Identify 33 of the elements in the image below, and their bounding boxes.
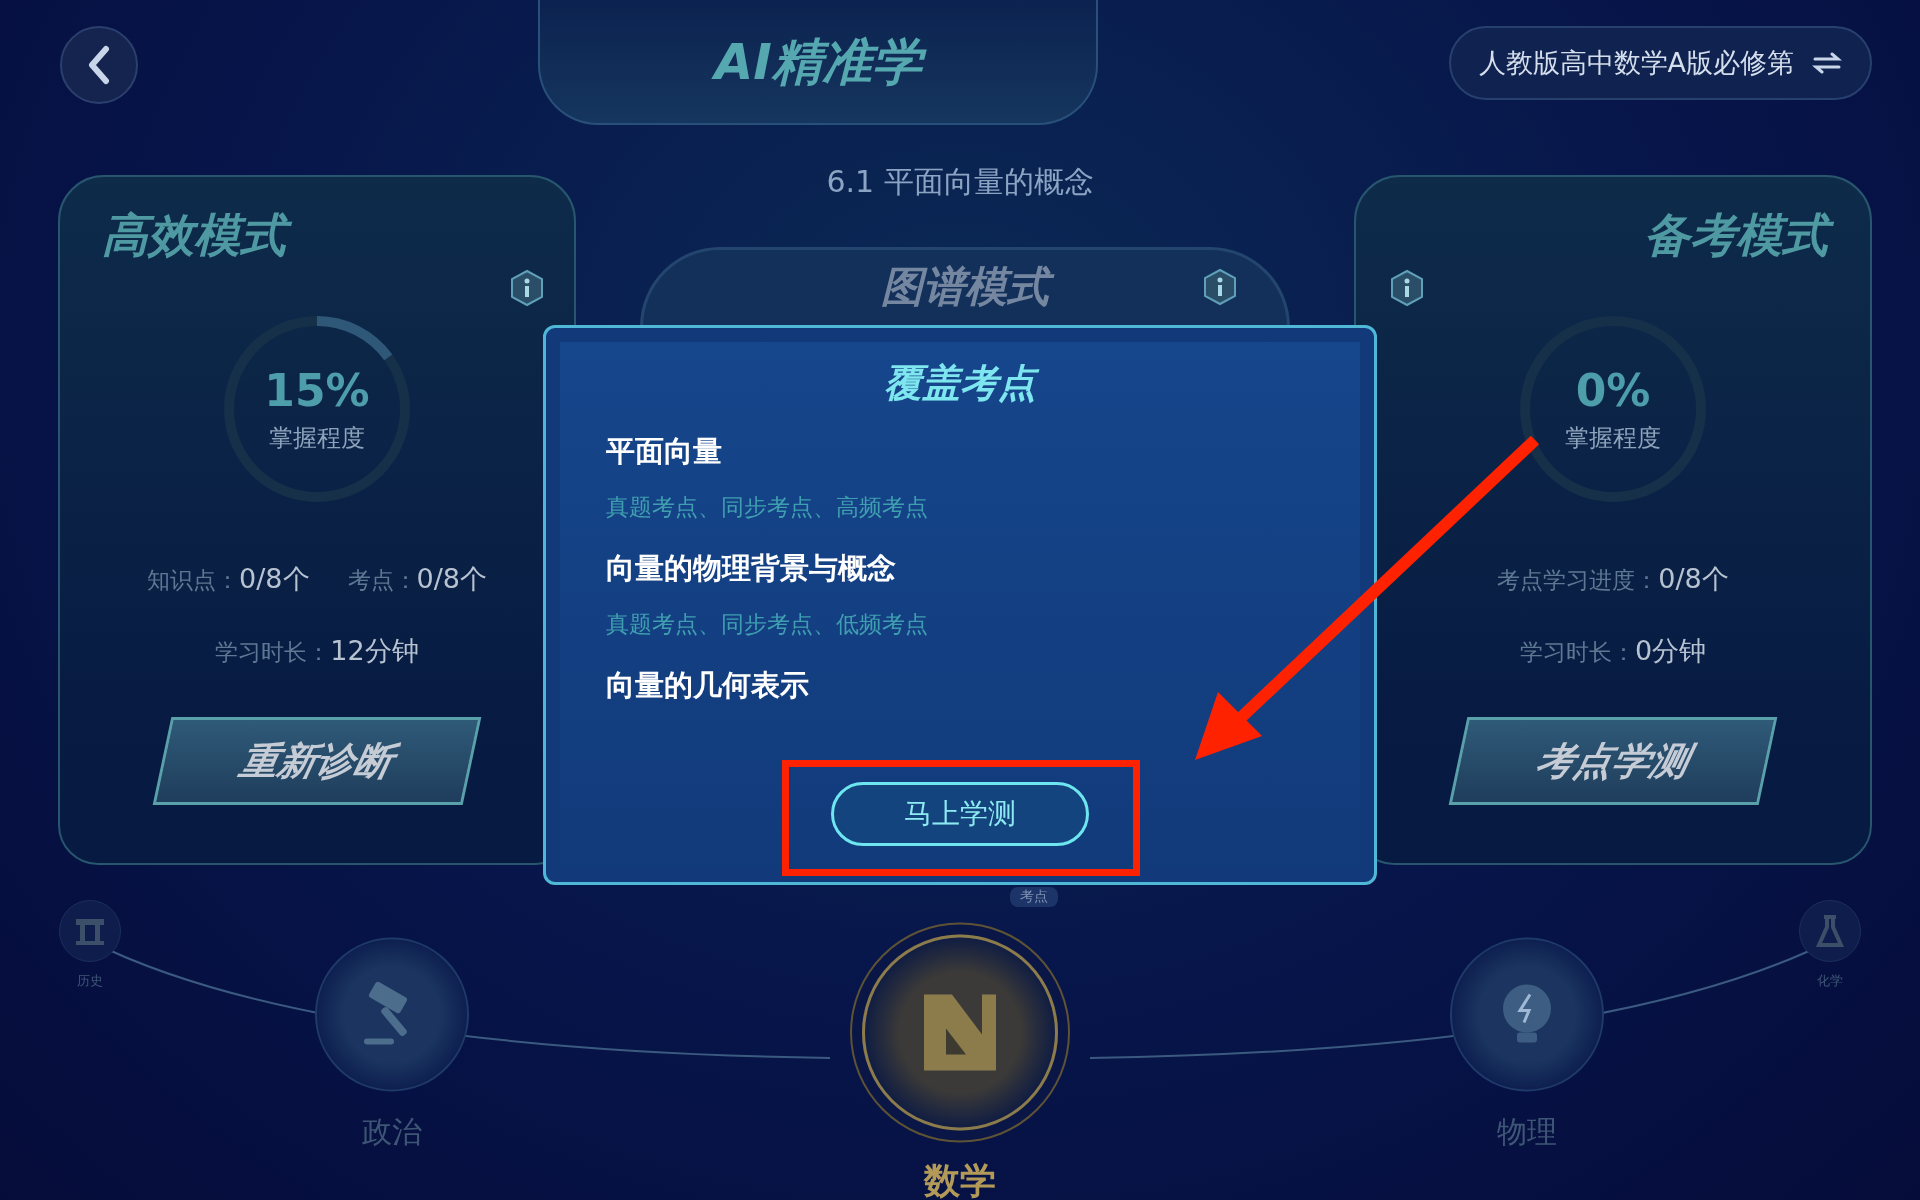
- test-now-button[interactable]: 马上学测: [831, 782, 1089, 846]
- mastery-caption: 掌握程度: [269, 422, 365, 454]
- mode-action-button[interactable]: 重新诊断: [152, 717, 482, 805]
- exam-point-tags: 真题考点、同步考点、高频考点: [606, 492, 1314, 523]
- mode-title: 高效模式: [90, 203, 298, 267]
- app-title: AI精准学: [702, 26, 934, 97]
- stat-value: 12分钟: [330, 635, 419, 666]
- exam-point-name: 平面向量: [606, 433, 723, 470]
- stat-value: 0/8个: [239, 563, 310, 594]
- exam-point-tags: 真题考点、同步考点、低频考点: [606, 609, 1314, 640]
- stat-label: 知识点：: [147, 567, 240, 593]
- info-icon[interactable]: [1390, 269, 1424, 307]
- swap-icon: [1812, 51, 1842, 75]
- graph-tag: 考点: [1010, 887, 1058, 907]
- stat-value: 0/8个: [1658, 563, 1729, 594]
- mastery-percent: 15%: [264, 364, 370, 416]
- stat-label: 考点学习进度：: [1497, 567, 1659, 593]
- stat-label: 学习时长：: [215, 639, 331, 665]
- section-title: 6.1 平面向量的概念: [825, 163, 1095, 201]
- mastery-caption: 掌握程度: [1565, 422, 1661, 454]
- mode-title: 备考模式: [1632, 203, 1840, 267]
- exam-point-name: 向量的物理背景与概念: [606, 550, 897, 587]
- stat-label: 学习时长：: [1519, 639, 1635, 665]
- mode-title: 图谱模式: [871, 258, 1059, 316]
- info-icon[interactable]: [510, 269, 544, 307]
- stat-value: 0分钟: [1634, 635, 1707, 666]
- stat-value: 0/8个: [416, 563, 487, 594]
- mode-action-button[interactable]: 考点学测: [1448, 717, 1778, 805]
- textbook-selector[interactable]: 人教版高中数学A版必修第: [1448, 26, 1872, 100]
- stat-label: 考点：: [347, 567, 417, 593]
- mastery-percent: 0%: [1575, 364, 1651, 416]
- exam-point-name: 向量的几何表示: [606, 667, 810, 704]
- info-icon[interactable]: [1203, 268, 1237, 306]
